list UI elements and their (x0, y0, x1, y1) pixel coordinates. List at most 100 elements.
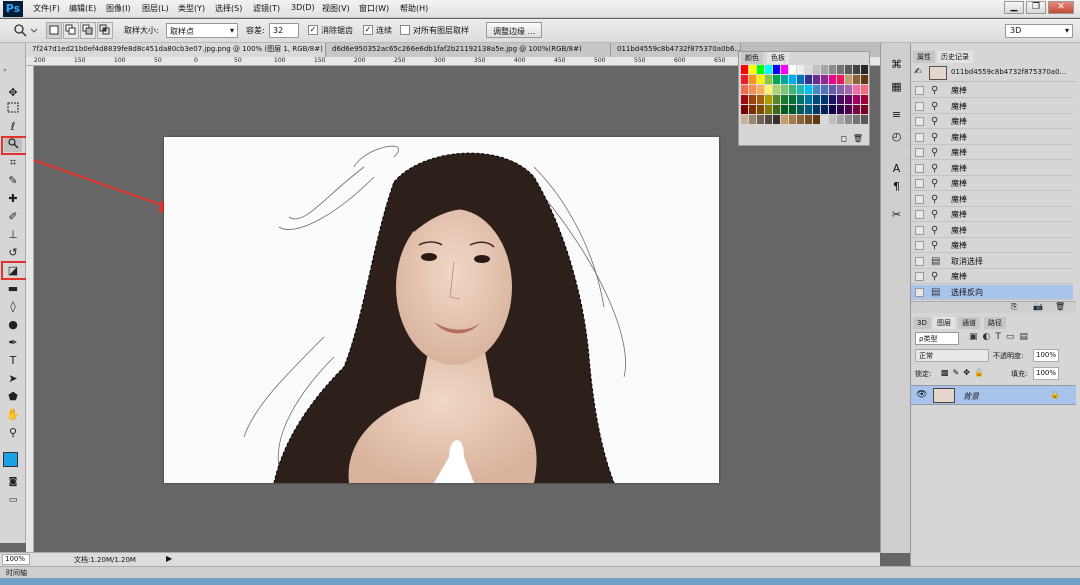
sample-size-select[interactable]: 取样点 ▾ (166, 23, 238, 38)
gradient-tool-icon[interactable]: ▬ (4, 281, 22, 296)
marquee-tool-icon[interactable] (4, 102, 22, 117)
swatch[interactable] (781, 95, 788, 104)
history-item[interactable]: ⚲ 魔棒 (911, 99, 1073, 114)
history-checkbox[interactable] (915, 132, 924, 142)
swatch[interactable] (829, 115, 836, 124)
eye-icon[interactable]: 👁 (916, 390, 927, 400)
swatch[interactable] (781, 105, 788, 114)
all-layers-checkbox[interactable] (400, 25, 410, 35)
swatch[interactable] (805, 105, 812, 114)
swatch[interactable] (789, 85, 796, 94)
swatch-grid[interactable] (741, 65, 869, 129)
swatch[interactable] (861, 105, 868, 114)
menu-filter[interactable]: 滤镜(T) (253, 3, 280, 14)
swatch[interactable] (773, 65, 780, 74)
swatch[interactable] (757, 95, 764, 104)
swatch[interactable] (741, 115, 748, 124)
history-checkbox[interactable] (915, 86, 924, 95)
menu-layer[interactable]: 图层(L) (142, 3, 169, 14)
swatch[interactable] (829, 75, 836, 84)
swatch[interactable] (781, 115, 788, 124)
swatch[interactable] (837, 65, 844, 74)
new-selection-icon[interactable] (46, 22, 62, 39)
swatch[interactable] (757, 115, 764, 124)
doc-tab-2[interactable]: d6d6e950352ac65c266e6db1faf2b21192138a5e… (326, 43, 611, 57)
tab-history[interactable]: 历史记录 (937, 51, 973, 63)
swatch[interactable] (765, 95, 772, 104)
type-tool-icon[interactable]: T (4, 353, 22, 368)
swatch[interactable] (837, 105, 844, 114)
grid-icon[interactable]: ▦ (889, 79, 904, 94)
quick-mask-icon[interactable]: ◙ (4, 475, 22, 490)
swatch[interactable] (797, 65, 804, 74)
swatch[interactable] (813, 95, 820, 104)
history-item[interactable]: ⚲ 魔棒 (911, 238, 1073, 253)
swatch[interactable] (789, 75, 796, 84)
swatch[interactable] (853, 115, 860, 124)
intersect-selection-icon[interactable] (97, 22, 113, 39)
history-snapshot[interactable]: ✍ 011bd4559c8b4732f875370a0... (911, 64, 1076, 82)
swatch[interactable] (757, 65, 764, 74)
tolerance-input[interactable]: 32 (269, 23, 299, 38)
swatch[interactable] (789, 95, 796, 104)
trash-icon[interactable]: 🗑 (853, 134, 863, 143)
zoom-tool-icon[interactable]: ⚲ (4, 425, 22, 440)
swatch[interactable] (741, 85, 748, 94)
swatch[interactable] (861, 65, 868, 74)
history-item[interactable]: ⚲ 魔棒 (911, 207, 1073, 222)
swatch[interactable] (741, 105, 748, 114)
tab-swatches[interactable]: 色板 (767, 52, 789, 64)
add-selection-icon[interactable] (63, 22, 79, 39)
tools-preset-icon[interactable]: ✂ (889, 207, 904, 222)
adjust-icon[interactable]: ≡ (889, 107, 904, 122)
swatch[interactable] (773, 85, 780, 94)
menu-view[interactable]: 视图(V) (322, 3, 350, 14)
swatch[interactable] (853, 85, 860, 94)
magic-wand-tool-preset[interactable] (10, 22, 40, 39)
minimize-button[interactable]: ▁ (1004, 1, 1024, 14)
menu-3d[interactable]: 3D(D) (291, 3, 315, 12)
history-item[interactable]: ⚲ 魔棒 (911, 161, 1073, 176)
swatch[interactable] (821, 75, 828, 84)
swatch[interactable] (757, 85, 764, 94)
history-brush-tool-icon[interactable]: ↺ (4, 245, 22, 260)
swatch[interactable] (749, 85, 756, 94)
history-item[interactable]: ⚲ 魔棒 (911, 176, 1073, 191)
swatch[interactable] (813, 115, 820, 124)
menu-help[interactable]: 帮助(H) (400, 3, 428, 14)
lasso-tool-icon[interactable]: ℓ (4, 119, 22, 134)
swatch[interactable] (861, 85, 868, 94)
menu-type[interactable]: 类型(Y) (178, 3, 205, 14)
layer-filter-select[interactable]: ρ类型 (915, 332, 959, 345)
swatch[interactable] (813, 75, 820, 84)
tab-layers-3d[interactable]: 3D (913, 317, 931, 329)
history-checkbox[interactable] (915, 117, 924, 126)
swatch[interactable] (773, 95, 780, 104)
swatch[interactable] (821, 85, 828, 94)
tab-layers[interactable]: 图层 (933, 317, 955, 329)
history-checkbox[interactable] (915, 148, 924, 157)
swatch[interactable] (861, 115, 868, 124)
swatch[interactable] (813, 65, 820, 74)
history-item[interactable]: ▤ 取消选择 (911, 254, 1073, 269)
swatch[interactable] (845, 85, 852, 94)
close-button[interactable]: ✕ (1048, 1, 1074, 14)
swatch[interactable] (749, 105, 756, 114)
clone-stamp-tool-icon[interactable]: ⊥ (4, 227, 22, 242)
workspace-select[interactable]: 3D ▾ (1005, 24, 1073, 38)
swatch[interactable] (765, 105, 772, 114)
swatch[interactable] (829, 85, 836, 94)
swatch[interactable] (749, 75, 756, 84)
swatch[interactable] (773, 105, 780, 114)
swatch[interactable] (773, 75, 780, 84)
lock-icons[interactable]: ▩✎✥🔒 (941, 368, 988, 377)
swatch[interactable] (821, 115, 828, 124)
swatch[interactable] (805, 95, 812, 104)
swatch[interactable] (853, 105, 860, 114)
swatch[interactable] (757, 105, 764, 114)
move-tool-icon[interactable]: ✥ (4, 85, 22, 100)
new-swatch-icon[interactable]: ◻ (840, 134, 847, 143)
swatch[interactable] (789, 65, 796, 74)
doc-tab-3[interactable]: 011bd4559c8b4732f875370a0b6... (611, 43, 741, 57)
swatch[interactable] (845, 115, 852, 124)
